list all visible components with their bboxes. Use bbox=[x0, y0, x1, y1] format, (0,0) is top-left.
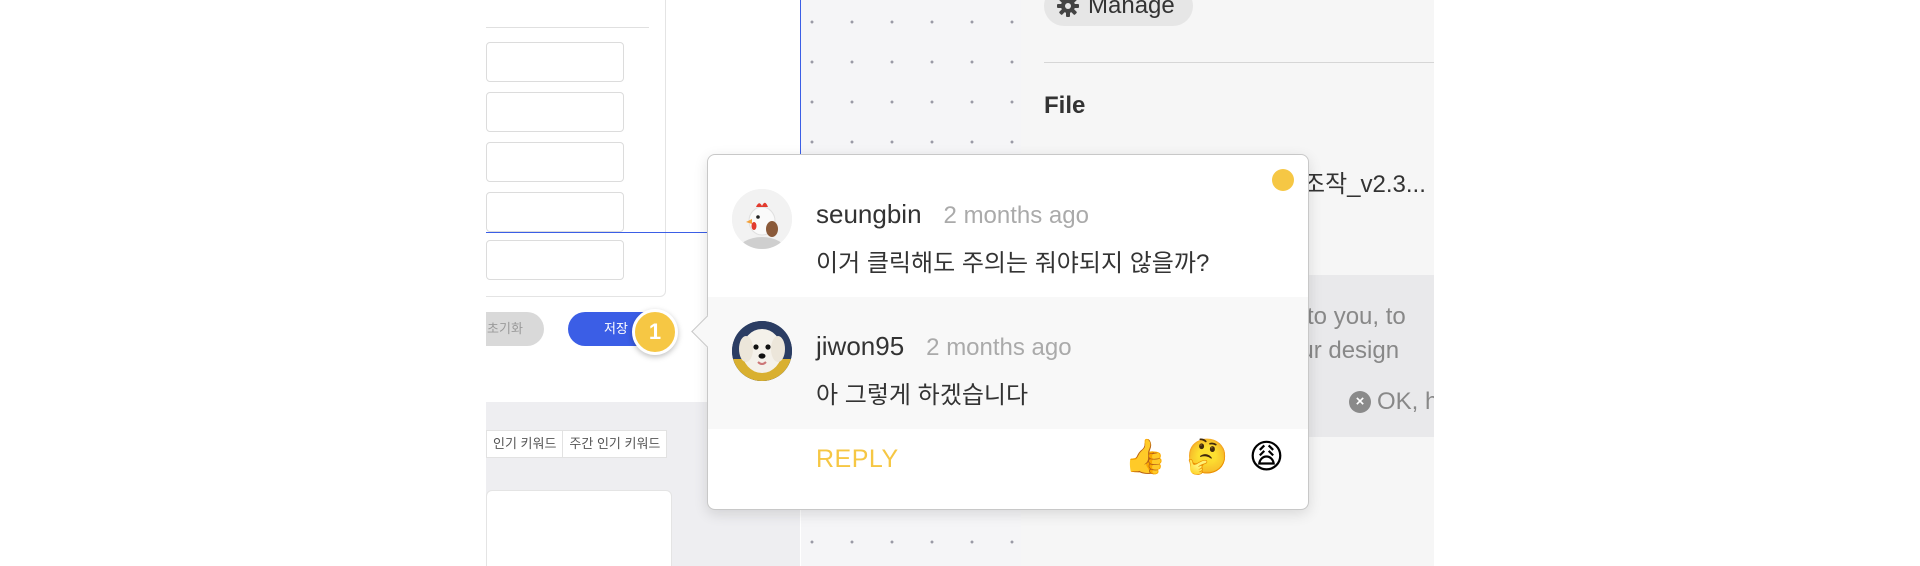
reset-button[interactable]: 초기화 bbox=[486, 312, 544, 346]
form-field[interactable] bbox=[486, 192, 624, 232]
avatar bbox=[732, 189, 792, 249]
divider bbox=[1044, 62, 1434, 63]
weary-reaction-button[interactable]: 😩 bbox=[1249, 435, 1284, 479]
connector-line bbox=[486, 232, 708, 233]
comment-time: 2 months ago bbox=[943, 202, 1089, 229]
dismiss-button[interactable]: × OK, h bbox=[1349, 388, 1434, 416]
form-field[interactable] bbox=[486, 92, 624, 132]
thinking-reaction-button[interactable]: 🤔 bbox=[1186, 435, 1228, 479]
thumbs-up-reaction-button[interactable]: 👍 bbox=[1124, 435, 1166, 479]
comment-author: jiwon95 2 months ago bbox=[816, 331, 1072, 362]
comment-time: 2 months ago bbox=[926, 334, 1072, 361]
file-section-title: File bbox=[1044, 92, 1086, 119]
keyword-tabs: 인기 키워드 주간 인기 키워드 bbox=[486, 430, 668, 458]
comment: seungbin 2 months ago 이거 클릭해도 주의는 줘야되지 않을… bbox=[708, 155, 1308, 287]
comment-popup: seungbin 2 months ago 이거 클릭해도 주의는 줘야되지 않을… bbox=[691, 154, 1309, 510]
author-name: seungbin bbox=[816, 199, 922, 229]
gear-icon bbox=[1057, 0, 1079, 17]
avatar bbox=[732, 321, 792, 381]
reaction-bar: 👍 🤔 😩 bbox=[1124, 435, 1284, 479]
save-button-label: 저장 bbox=[604, 321, 628, 336]
close-icon: × bbox=[1349, 391, 1371, 413]
tab-popular-keywords[interactable]: 인기 키워드 bbox=[487, 431, 564, 457]
comment-text: 이거 클릭해도 주의는 줘야되지 않을까? bbox=[816, 250, 1210, 277]
file-name[interactable]: 조작_v2.3... bbox=[1303, 164, 1426, 199]
comment-marker[interactable]: 1 bbox=[632, 309, 678, 355]
chicken-avatar-icon bbox=[732, 189, 792, 249]
content-card bbox=[486, 490, 672, 566]
comment-author: seungbin 2 months ago bbox=[816, 199, 1089, 230]
form-field[interactable] bbox=[486, 240, 624, 280]
tab-weekly-popular-keywords[interactable]: 주간 인기 키워드 bbox=[563, 431, 666, 457]
connector-line bbox=[800, 0, 801, 155]
dismiss-label: OK, h bbox=[1377, 388, 1434, 415]
author-name: jiwon95 bbox=[816, 331, 905, 361]
status-indicator bbox=[1272, 169, 1294, 191]
reply-button[interactable]: REPLY bbox=[816, 445, 899, 474]
form-field[interactable] bbox=[486, 42, 624, 82]
comment: jiwon95 2 months ago 아 그렇게 하겠습니다 bbox=[708, 297, 1308, 429]
comment-text: 아 그렇게 하겠습니다 bbox=[816, 382, 1029, 409]
dog-avatar-icon bbox=[732, 321, 792, 381]
divider bbox=[486, 27, 649, 28]
manage-button[interactable]: Manage bbox=[1044, 0, 1193, 26]
form-field[interactable] bbox=[486, 142, 624, 182]
manage-label: Manage bbox=[1088, 0, 1175, 19]
